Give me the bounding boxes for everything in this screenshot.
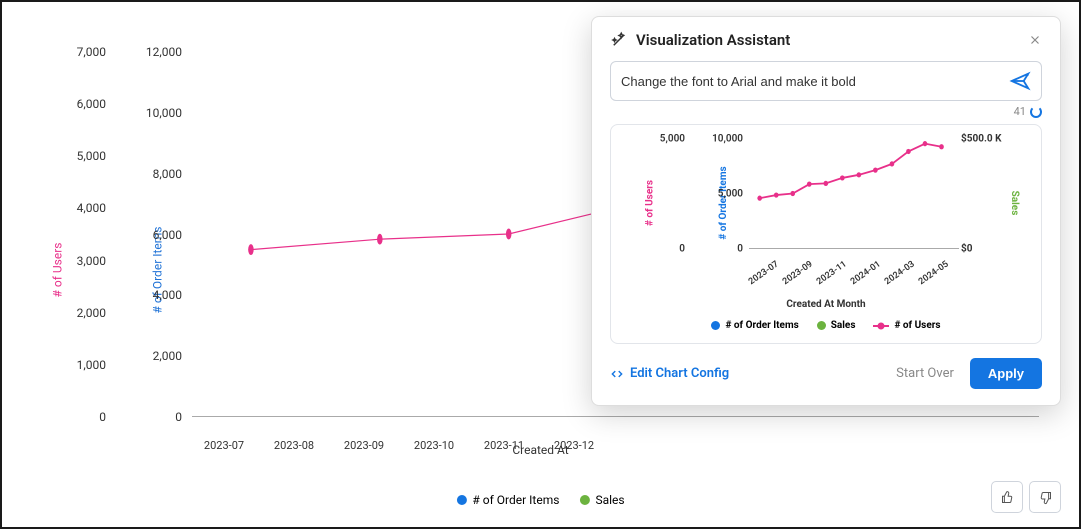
pv-dot-blue <box>711 321 720 330</box>
pv-y-left-axis: 05,000 <box>645 139 685 249</box>
pv-y-right-axis: $0$500.0 K <box>961 139 1011 249</box>
legend-dot-blue <box>456 495 466 505</box>
code-icon <box>610 367 624 381</box>
edit-chart-config-link[interactable]: Edit Chart Config <box>610 366 729 381</box>
prompt-input[interactable] <box>621 74 1009 89</box>
pv-line-pink <box>873 325 889 327</box>
send-icon[interactable] <box>1009 70 1031 92</box>
close-icon[interactable] <box>1028 33 1042 47</box>
prompt-container <box>610 61 1042 101</box>
pv-plot-area <box>749 139 959 249</box>
chart-preview: # of Users 05,000 # of Order Items 05,00… <box>610 124 1042 344</box>
start-over-link[interactable]: Start Over <box>896 366 954 381</box>
y-left-axis: 01,0002,0003,0004,0005,0006,0007,000 <box>56 52 106 417</box>
pv-y-mid-axis: 05,00010,000 <box>697 139 743 249</box>
main-legend: # of Order Items Sales <box>456 493 624 507</box>
panel-header: Visualization Assistant <box>610 31 1042 49</box>
pv-legend-sales: Sales <box>817 320 856 331</box>
pv-x-title: Created At Month <box>621 299 1031 310</box>
pv-legend-order-items: # of Order Items <box>711 320 798 331</box>
feedback-buttons <box>991 481 1061 513</box>
pv-legend: # of Order Items Sales # of Users <box>621 320 1031 331</box>
panel-title: Visualization Assistant <box>610 31 790 49</box>
thumbs-down-button[interactable] <box>1029 481 1061 513</box>
counter-row: 41 <box>610 105 1042 118</box>
x-axis-title: Created At <box>512 443 568 457</box>
panel-actions: Edit Chart Config Start Over Apply <box>610 358 1042 389</box>
assistant-panel: Visualization Assistant 41 # of Users 05… <box>591 16 1061 406</box>
y-mid-axis: 02,0004,0006,0008,00010,00012,000 <box>132 52 182 417</box>
pv-dot-green <box>817 321 826 330</box>
legend-order-items: # of Order Items <box>456 493 559 507</box>
counter-value: 41 <box>1014 105 1026 118</box>
thumbs-up-button[interactable] <box>991 481 1023 513</box>
spinner-icon <box>1030 106 1042 118</box>
thumbs-down-icon <box>1038 490 1053 505</box>
legend-dot-green <box>579 495 589 505</box>
thumbs-up-icon <box>1000 490 1015 505</box>
wand-icon <box>610 31 628 49</box>
pv-legend-users: # of Users <box>873 320 940 331</box>
apply-button[interactable]: Apply <box>970 358 1042 389</box>
legend-sales: Sales <box>579 493 624 507</box>
